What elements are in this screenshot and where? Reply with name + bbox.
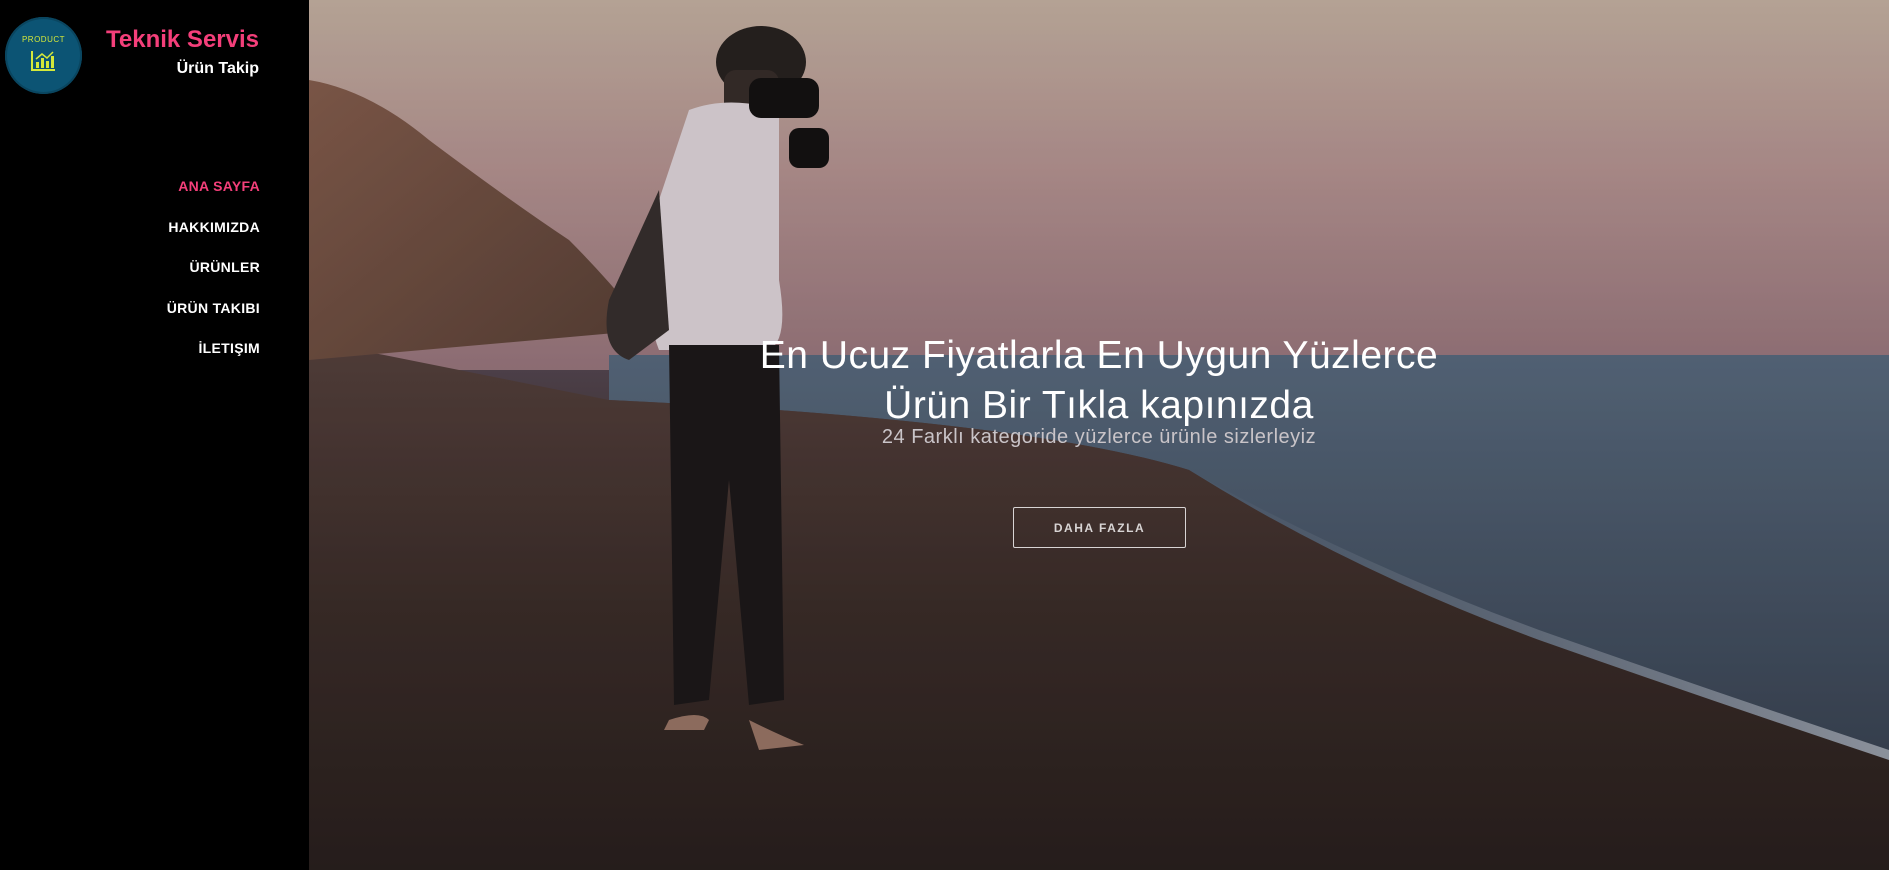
nav-item-home: ANA SAYFA xyxy=(167,174,260,215)
nav-link-home[interactable]: ANA SAYFA xyxy=(178,178,260,194)
nav-item-about: HAKKIMIZDA xyxy=(167,215,260,256)
hero-section: En Ucuz Fiyatlarla En Uygun Yüzlerce Ürü… xyxy=(309,0,1889,870)
nav-item-product-tracking: ÜRÜN TAKIBI xyxy=(167,296,260,337)
logo-badge-text: PRODUCT xyxy=(21,35,66,44)
hero-title: En Ucuz Fiyatlarla En Uygun Yüzlerce Ürü… xyxy=(309,331,1889,431)
nav-link-product-tracking[interactable]: ÜRÜN TAKIBI xyxy=(167,300,260,316)
nav-item-contact: İLETIŞIM xyxy=(167,336,260,377)
hero-title-line-1: En Ucuz Fiyatlarla En Uygun Yüzlerce xyxy=(759,334,1439,378)
nav-link-about[interactable]: HAKKIMIZDA xyxy=(168,219,260,235)
nav-link-contact[interactable]: İLETIŞIM xyxy=(198,340,260,356)
more-button[interactable]: DAHA FAZLA xyxy=(1013,507,1186,548)
bar-chart-icon xyxy=(31,51,55,71)
nav-link-products[interactable]: ÜRÜNLER xyxy=(189,259,260,275)
sidebar: PRODUCT Teknik Servis Ürün Takip ANA SAY… xyxy=(0,0,309,870)
brand-subtitle: Ürün Takip xyxy=(176,60,259,77)
page: PRODUCT Teknik Servis Ürün Takip ANA SAY… xyxy=(0,0,1889,870)
hero-subtitle: 24 Farklı kategoride yüzlerce ürünle siz… xyxy=(881,426,1317,448)
brand-title[interactable]: Teknik Servis xyxy=(106,26,259,54)
nav-item-products: ÜRÜNLER xyxy=(167,255,260,296)
main-nav: ANA SAYFA HAKKIMIZDA ÜRÜNLER ÜRÜN TAKIBI… xyxy=(167,174,260,377)
hero-title-line-2: Ürün Bir Tıkla kapınızda xyxy=(884,384,1314,428)
logo-badge[interactable]: PRODUCT xyxy=(5,17,82,94)
